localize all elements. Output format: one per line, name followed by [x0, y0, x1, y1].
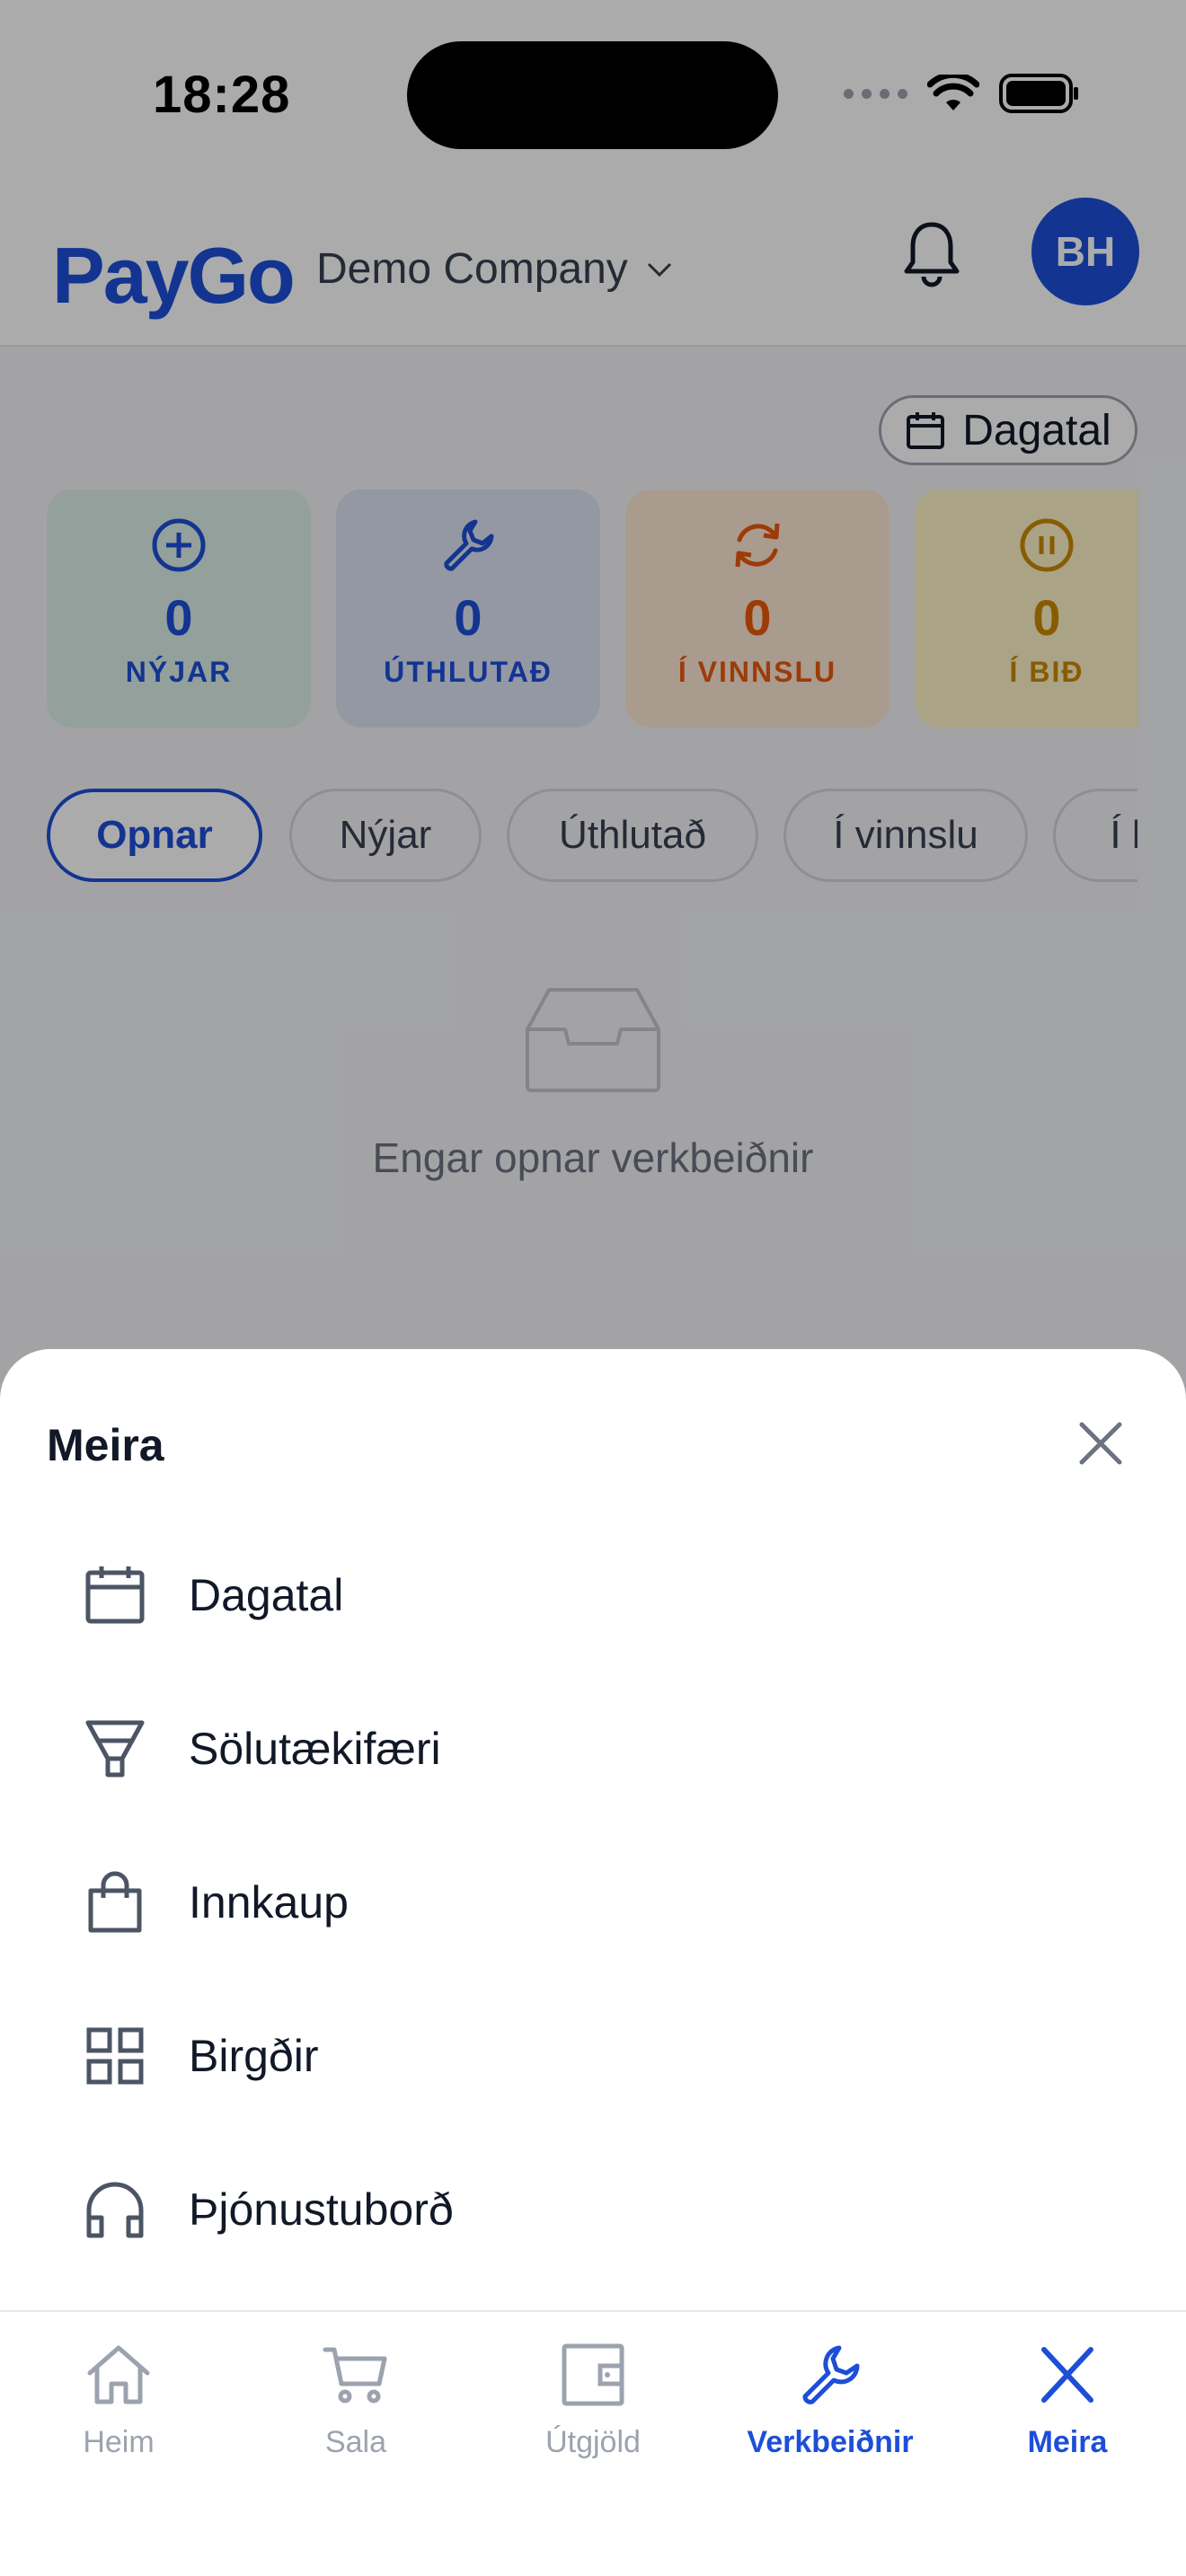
- wallet-icon: [562, 2343, 624, 2406]
- tab-label: Útgjöld: [545, 2425, 641, 2459]
- menu-item-inventory[interactable]: Birgðir: [0, 1979, 1186, 2132]
- home-icon: [87, 2345, 150, 2404]
- more-menu: Dagatal Sölutækifæri Innkaup Birgðir Þjó…: [0, 1518, 1186, 2286]
- menu-item-label: Sölutækifæri: [189, 1723, 441, 1774]
- tab-home[interactable]: Heim: [0, 2339, 237, 2460]
- close-icon: [1041, 2347, 1093, 2403]
- menu-item-calendar[interactable]: Dagatal: [0, 1518, 1186, 1672]
- tab-label: Sala: [324, 2425, 387, 2459]
- tab-sales[interactable]: Sala: [237, 2339, 474, 2460]
- menu-item-purchases[interactable]: Innkaup: [0, 1825, 1186, 1979]
- close-icon[interactable]: [1071, 1414, 1130, 1473]
- tab-label: Meira: [1027, 2425, 1108, 2459]
- tab-work-orders[interactable]: Verkbeiðnir: [712, 2339, 949, 2460]
- menu-item-service-desk[interactable]: Þjónustuborð: [0, 2132, 1186, 2286]
- menu-item-label: Dagatal: [189, 1569, 344, 1620]
- menu-item-label: Þjónustuborð: [189, 2183, 454, 2235]
- cart-icon: [323, 2347, 387, 2404]
- tab-expenses[interactable]: Útgjöld: [474, 2339, 712, 2460]
- menu-item-label: Innkaup: [189, 1876, 349, 1928]
- menu-item-opportunities[interactable]: Sölutækifæri: [0, 1672, 1186, 1825]
- wrench-icon: [802, 2345, 860, 2404]
- tab-more[interactable]: Meira: [949, 2339, 1186, 2460]
- shopping-bag-icon: [88, 1871, 142, 1932]
- calendar-icon: [85, 1566, 145, 1623]
- grid-icon: [86, 2027, 144, 2084]
- tab-label: Verkbeiðnir: [747, 2425, 914, 2459]
- funnel-icon: [85, 1720, 145, 1777]
- headphones-icon: [86, 2182, 144, 2237]
- tab-label: Heim: [83, 2425, 155, 2459]
- tab-bar: Heim Sala Útgjöld Verkbeiðnir Meira: [0, 2310, 1186, 2576]
- menu-item-label: Birgðir: [189, 2030, 319, 2081]
- sheet-title: Meira: [47, 1420, 164, 1470]
